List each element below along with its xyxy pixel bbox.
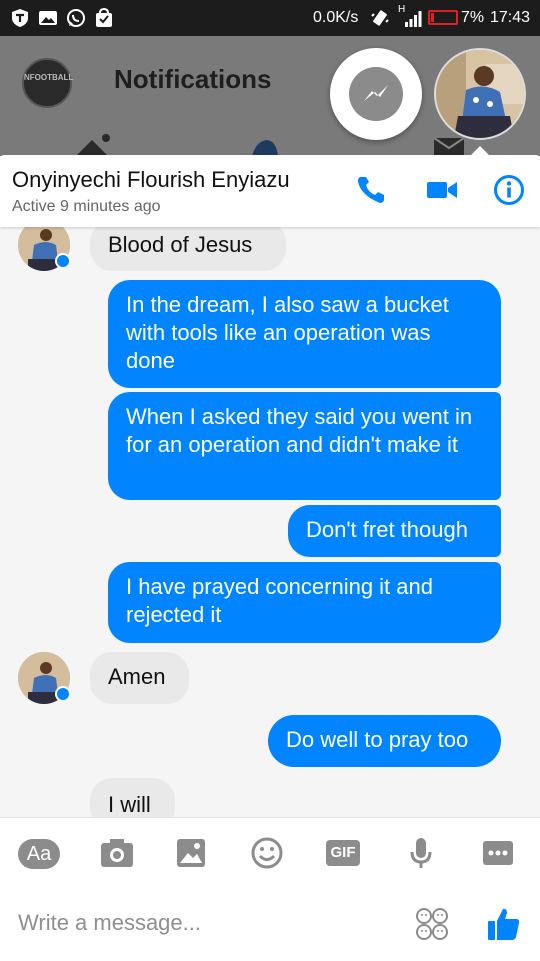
messenger-icon	[349, 67, 403, 121]
contact-chat-head-avatar[interactable]	[434, 48, 526, 140]
bag-icon	[96, 8, 112, 27]
emoji-icon[interactable]	[246, 835, 288, 871]
vibrate-icon	[371, 10, 389, 26]
battery-icon	[428, 10, 458, 25]
camera-icon[interactable]	[96, 835, 138, 871]
message-input[interactable]: Write a message...	[18, 910, 201, 936]
image-icon	[39, 11, 57, 25]
status-bar: 0.0K/s H 7% 17:43	[0, 0, 540, 36]
battery-level: 7%	[461, 9, 485, 26]
gif-button[interactable]: GIF	[326, 840, 360, 866]
message-bubble-incoming[interactable]: I will	[90, 778, 175, 817]
like-thumbs-up-icon[interactable]	[486, 906, 522, 942]
globe-icon	[252, 140, 278, 156]
chat-header: Onyinyechi Flourish Enyiazu Active 9 min…	[0, 155, 540, 227]
stickers-icon[interactable]	[414, 906, 450, 942]
message-bubble-outgoing[interactable]: Do well to pray too	[268, 715, 501, 767]
contact-name[interactable]: Onyinyechi Flourish Enyiazu	[12, 167, 290, 193]
active-status: Active 9 minutes ago	[12, 198, 161, 215]
text-format-button[interactable]: Aa	[18, 839, 60, 869]
whatsapp-icon	[67, 9, 85, 27]
messenger-badge-icon	[55, 686, 71, 702]
message-bubble-incoming[interactable]: Blood of Jesus	[90, 227, 286, 271]
message-bubble-outgoing[interactable]: When I asked they said you went in for a…	[108, 392, 501, 500]
more-options-icon[interactable]	[477, 835, 519, 871]
microphone-icon[interactable]	[400, 835, 442, 871]
phone-icon[interactable]	[354, 173, 388, 207]
message-list[interactable]: Blood of Jesus In the dream, I also saw …	[0, 227, 540, 817]
composer: Aa GIF Write a message...	[0, 817, 540, 961]
background-title: Notifications	[114, 64, 272, 94]
signal-icon	[405, 11, 422, 27]
clock: 17:43	[490, 9, 531, 26]
app-logo: NFOOTBALL	[22, 58, 73, 108]
messenger-chat-head[interactable]	[330, 48, 422, 140]
message-bubble-incoming[interactable]: Amen	[90, 652, 189, 704]
info-icon[interactable]	[492, 173, 526, 207]
messenger-badge-icon	[55, 253, 71, 269]
video-call-icon[interactable]	[425, 173, 459, 207]
network-speed: 0.0K/s	[313, 9, 359, 26]
home-icon	[76, 134, 110, 156]
message-bubble-outgoing[interactable]: Don't fret though	[288, 505, 501, 557]
mail-icon	[434, 138, 464, 156]
message-bubble-outgoing[interactable]: I have prayed concerning it and rejected…	[108, 562, 501, 643]
gallery-icon[interactable]	[170, 835, 212, 871]
shield-icon	[12, 9, 28, 27]
message-bubble-outgoing[interactable]: In the dream, I also saw a bucket with t…	[108, 280, 501, 388]
